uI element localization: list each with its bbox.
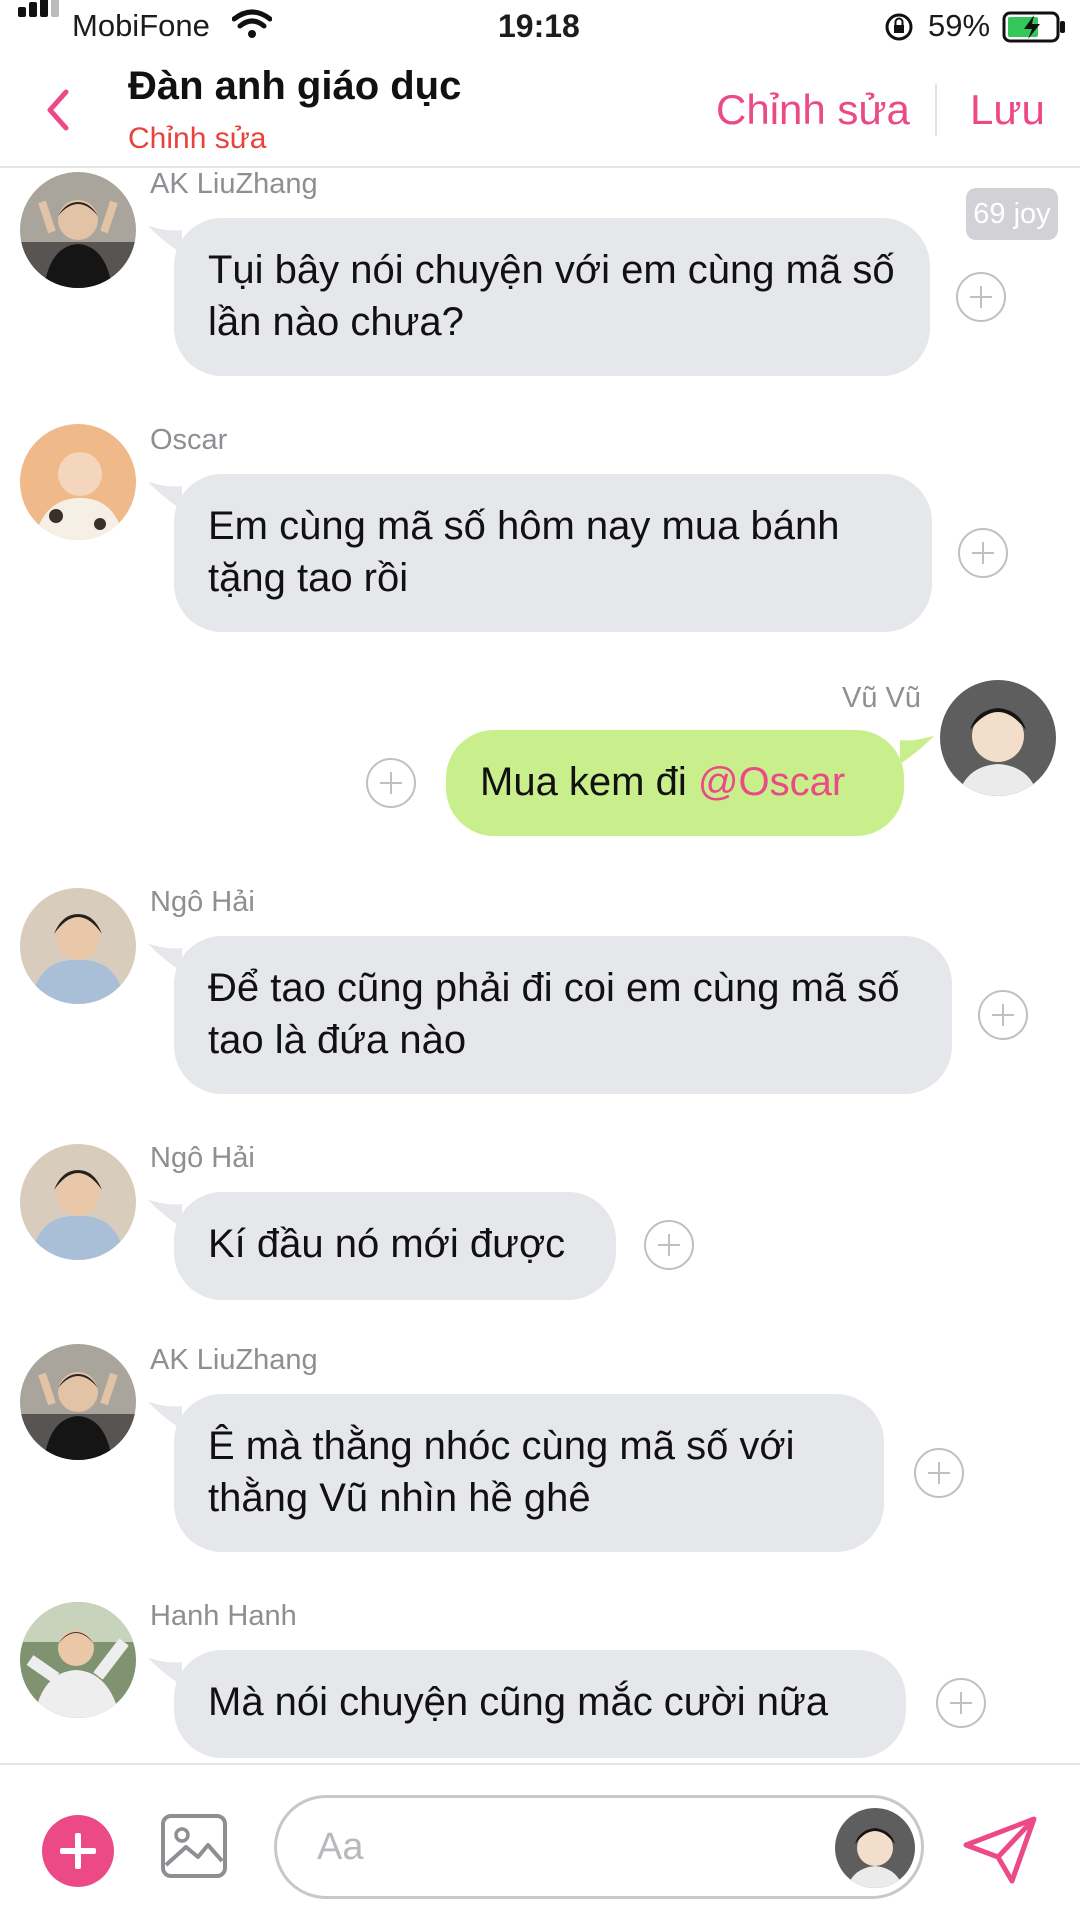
wifi-icon (232, 9, 272, 38)
sender-name: Vũ Vũ (842, 682, 921, 714)
carrier-name: MobiFone (72, 8, 210, 43)
sender-name: Hanh Hanh (150, 1600, 297, 1632)
message-text: Để tao cũng phải đi coi em cùng mã số ta… (208, 966, 900, 1062)
add-icon[interactable] (42, 1815, 114, 1887)
sender-name: Ngô Hải (150, 886, 255, 918)
sender-name: Ngô Hải (150, 1142, 255, 1174)
message-bubble[interactable]: Mua kem đi @Oscar (446, 730, 904, 836)
sender-name: Oscar (150, 424, 228, 456)
add-reaction-icon[interactable] (644, 1220, 694, 1270)
avatar[interactable] (20, 1602, 136, 1718)
message-bubble[interactable]: Tụi bây nói chuyện với em cùng mã số lần… (174, 218, 930, 376)
add-reaction-icon[interactable] (978, 990, 1028, 1040)
message-text: Tụi bây nói chuyện với em cùng mã số lần… (208, 248, 895, 344)
message-text: Kí đầu nó mới được (208, 1222, 566, 1266)
sender-name: AK LiuZhang (150, 168, 318, 200)
avatar[interactable] (20, 172, 136, 288)
save-button[interactable]: Lưu (970, 86, 1045, 134)
message-bubble[interactable]: Ê mà thằng nhóc cùng mã số với thằng Vũ … (174, 1394, 884, 1552)
status-bar: MobiFone 19:18 59% (0, 0, 1080, 56)
message-text: Ê mà thằng nhóc cùng mã số với thằng Vũ … (208, 1424, 795, 1520)
avatar[interactable] (20, 1144, 136, 1260)
message-bubble[interactable]: Em cùng mã số hôm nay mua bánh tặng tao … (174, 474, 932, 632)
input-placeholder: Aa (317, 1826, 364, 1868)
add-reaction-icon[interactable] (366, 758, 416, 808)
message-input[interactable]: Aa (274, 1795, 924, 1899)
back-chevron-icon[interactable] (38, 82, 78, 138)
chat-header: Đàn anh giáo dục Chỉnh sửa Chỉnh sửa Lưu (0, 56, 1080, 168)
image-icon[interactable] (160, 1813, 228, 1879)
message-text: Em cùng mã số hôm nay mua bánh tặng tao … (208, 504, 840, 600)
message-bubble[interactable]: Kí đầu nó mới được (174, 1192, 616, 1300)
add-reaction-icon[interactable] (914, 1448, 964, 1498)
battery-charging-icon (1002, 11, 1065, 43)
orientation-lock-icon (885, 13, 913, 41)
message-text: Mà nói chuyện cũng mắc cười nữa (208, 1680, 829, 1724)
joy-badge: 69 joy (966, 188, 1058, 240)
avatar[interactable] (20, 888, 136, 1004)
send-icon[interactable] (962, 1815, 1038, 1885)
avatar[interactable] (20, 1344, 136, 1460)
message-bubble[interactable]: Mà nói chuyện cũng mắc cười nữa (174, 1650, 906, 1758)
battery-percent: 59% (928, 8, 991, 43)
chat-title: Đàn anh giáo dục (128, 64, 462, 108)
message-bubble[interactable]: Để tao cũng phải đi coi em cùng mã số ta… (174, 936, 952, 1094)
avatar[interactable] (20, 424, 136, 540)
add-reaction-icon[interactable] (936, 1678, 986, 1728)
chat-subtitle[interactable]: Chỉnh sửa (128, 122, 267, 156)
mention-link[interactable]: @Oscar (698, 760, 845, 804)
header-divider (935, 84, 937, 136)
message-text: Mua kem đi (480, 760, 687, 804)
message-input-bar: Aa (0, 1763, 1080, 1922)
avatar[interactable] (940, 680, 1056, 796)
edit-button[interactable]: Chỉnh sửa (716, 86, 910, 134)
avatar[interactable] (835, 1808, 915, 1888)
add-reaction-icon[interactable] (956, 272, 1006, 322)
clock: 19:18 (498, 8, 580, 44)
add-reaction-icon[interactable] (958, 528, 1008, 578)
sender-name: AK LiuZhang (150, 1344, 318, 1376)
